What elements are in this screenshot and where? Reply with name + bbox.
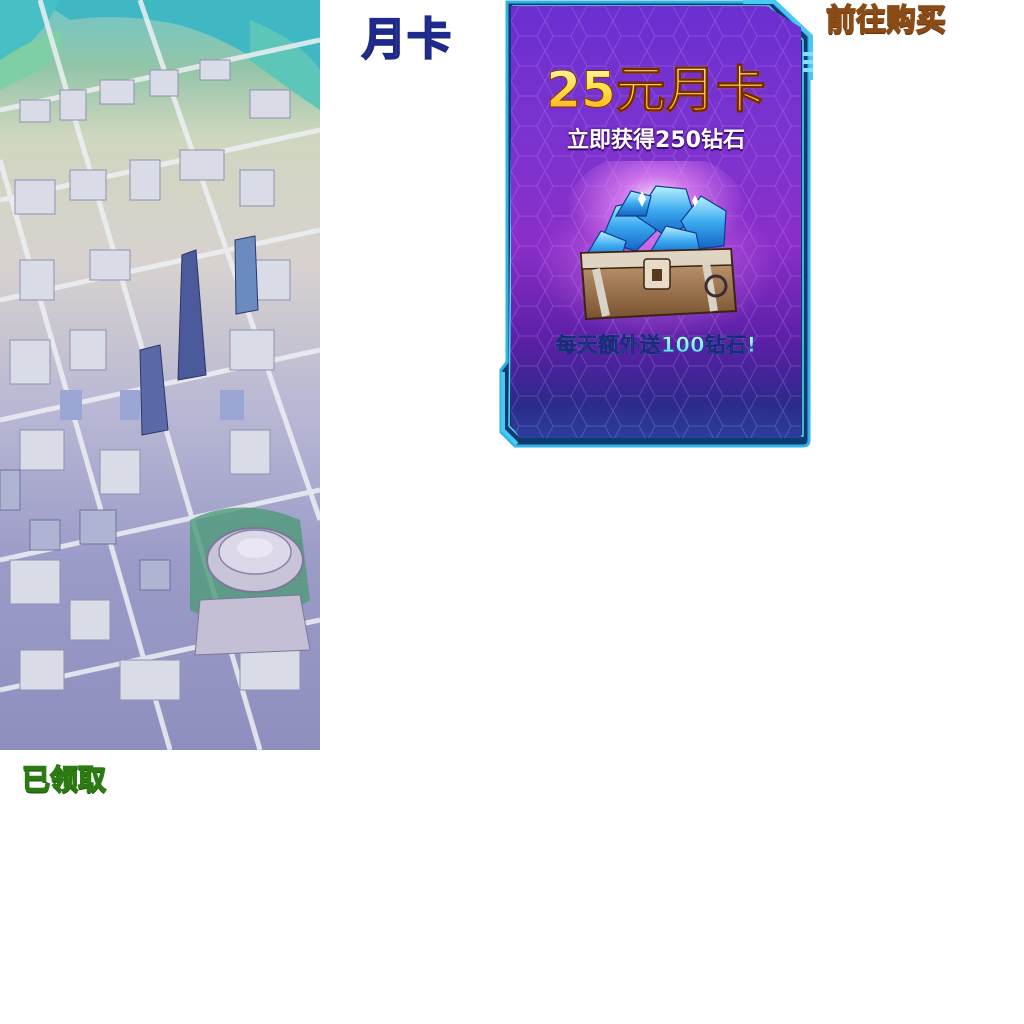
card-bonus-text: 每天额外送100钻石! — [511, 330, 801, 360]
diamond-chest-icon — [566, 161, 746, 321]
buy-button[interactable]: 前往购买 — [825, 2, 947, 40]
page-title: 月卡 — [361, 13, 452, 66]
city-map-illustration — [0, 0, 320, 750]
card-subtitle: 立即获得250钻石 — [567, 128, 745, 153]
claimed-label: 已领取 — [21, 762, 107, 797]
card-body: 25元月卡 立即获得250钻石 每天额外送100钻石! — [511, 6, 801, 438]
monthly-card[interactable]: 25元月卡 立即获得250钻石 每天额外送100钻石! — [497, 0, 815, 448]
card-price: 25元月卡 — [511, 60, 801, 120]
